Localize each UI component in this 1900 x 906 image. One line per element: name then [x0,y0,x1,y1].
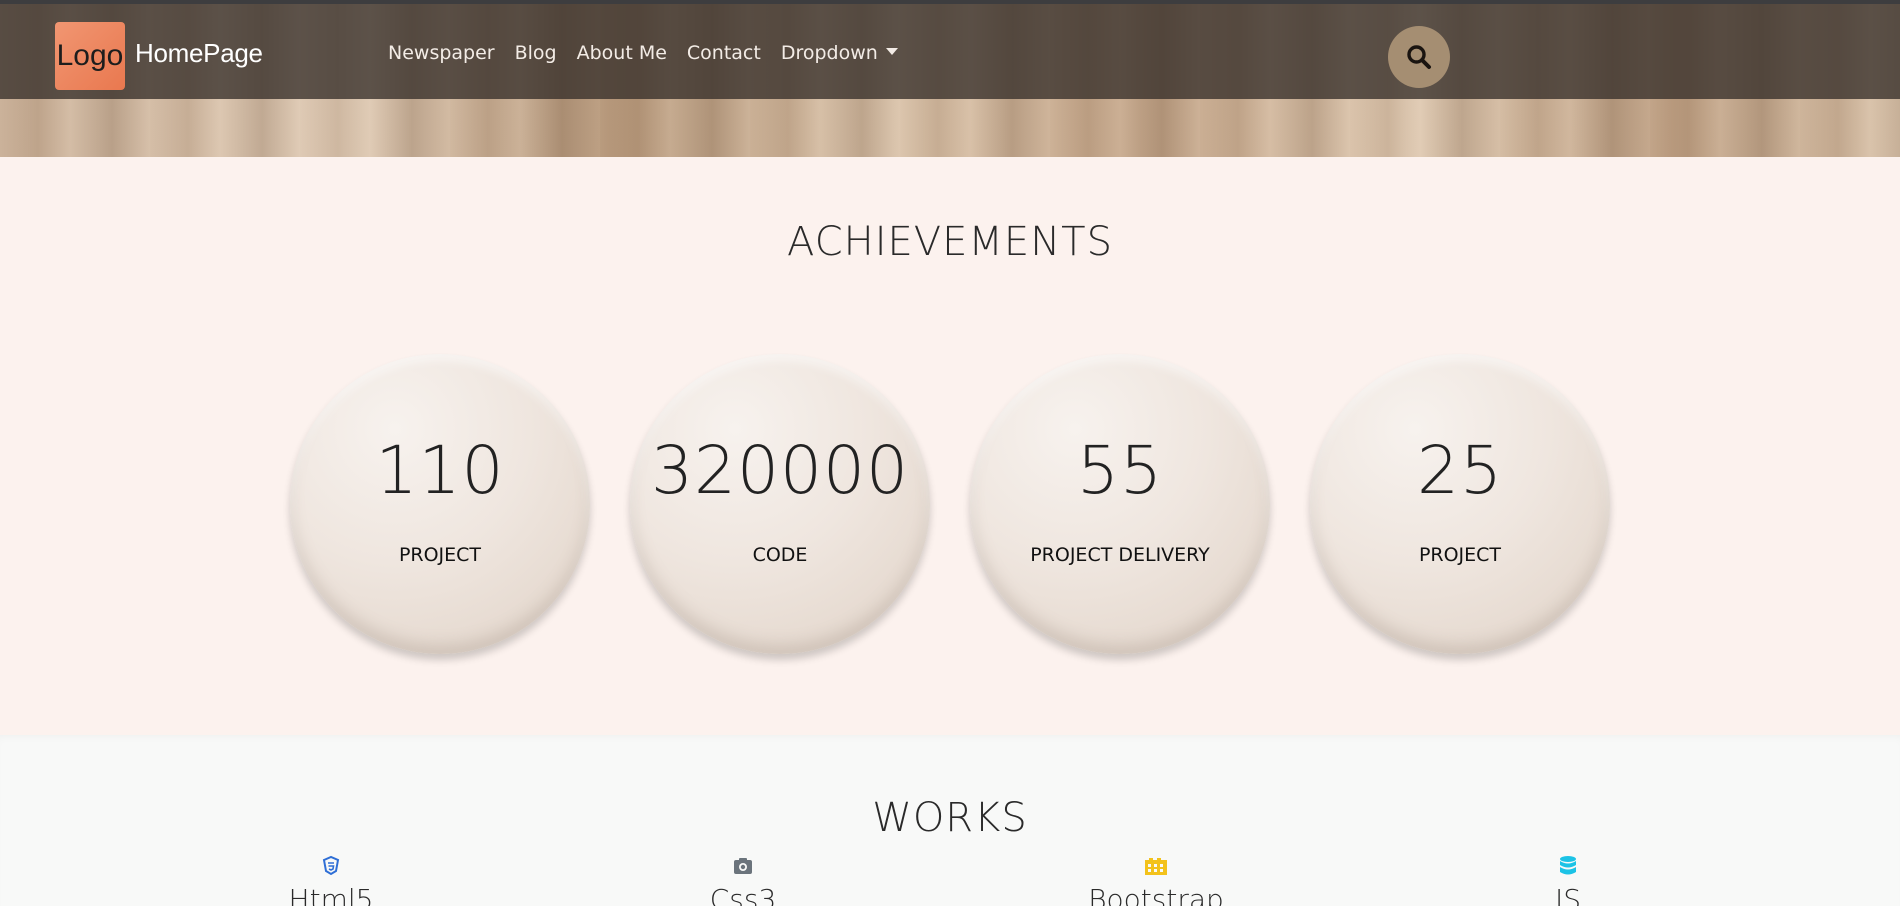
work-label: Html5 [288,883,374,906]
nav-link-contact[interactable]: Contact [687,42,761,64]
nav-dropdown[interactable]: Dropdown [781,42,898,64]
achievement-label: PROJECT [1418,544,1502,566]
achievement-label: CODE [752,544,808,566]
database-icon [1560,856,1576,875]
works-section: WORKS Html5 Css3 Bootstrap JS [0,735,1900,906]
achievement-label: PROJECT [398,544,482,566]
nav-link-about-me[interactable]: About Me [577,42,667,64]
nav-links: Newspaper Blog About Me Contact Dropdown [388,42,918,64]
achievement-card: 320000 CODE [630,354,930,654]
achievements-title: ACHIEVEMENTS [787,219,1113,265]
work-item-css3[interactable]: Css3 [643,855,843,906]
works-title: WORKS [872,795,1028,841]
work-label: JS [1554,883,1582,906]
html5-icon [322,855,340,876]
achievement-label: PROJECT DELIVERY [1030,544,1210,566]
navbar: Logo HomePage Newspaper Blog About Me Co… [0,4,1900,99]
achievement-value: 55 [1077,432,1163,509]
achievement-value: 110 [375,432,505,509]
work-item-bootstrap[interactable]: Bootstrap [1056,855,1256,906]
search-button[interactable] [1388,26,1450,88]
search-icon [1407,45,1431,69]
work-item-html5[interactable]: Html5 [231,855,431,906]
work-label: Css3 [709,883,777,906]
achievement-card: 55 PROJECT DELIVERY [970,354,1270,654]
achievements-section: ACHIEVEMENTS 110 PROJECT 320000 CODE 55 … [0,157,1900,735]
camera-icon [734,858,752,874]
achievement-value: 320000 [651,432,909,509]
logo[interactable]: Logo [55,22,125,90]
work-item-js[interactable]: JS [1468,855,1668,906]
achievement-card: 25 PROJECT [1310,354,1610,654]
achievement-card: 110 PROJECT [290,354,590,654]
achievement-value: 25 [1417,432,1503,509]
nav-link-blog[interactable]: Blog [515,42,557,64]
industry-icon [1145,858,1167,875]
nav-link-newspaper[interactable]: Newspaper [388,42,495,64]
work-label: Bootstrap [1088,883,1224,906]
brand-name[interactable]: HomePage [135,38,263,69]
